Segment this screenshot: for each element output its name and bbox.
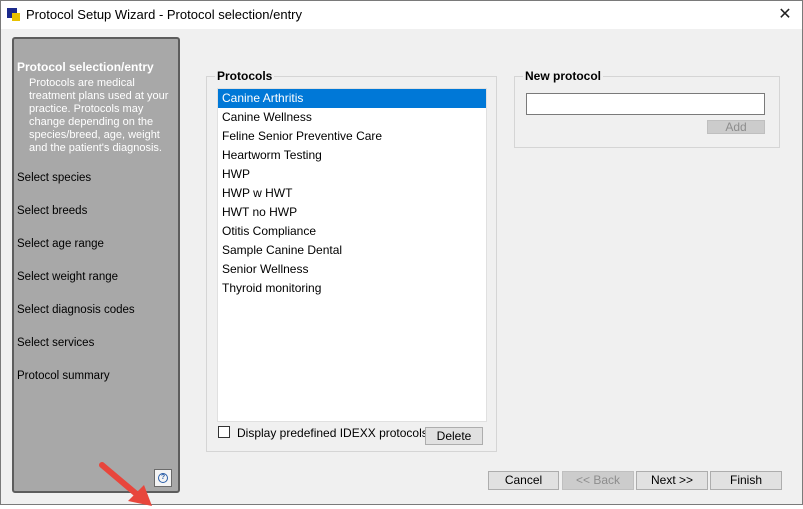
new-protocol-group-title: New protocol xyxy=(523,69,604,83)
list-item-feline-senior-preventive-care[interactable]: Feline Senior Preventive Care xyxy=(218,127,486,146)
current-step-heading: Protocol selection/entry xyxy=(17,60,154,74)
list-item-senior-wellness[interactable]: Senior Wellness xyxy=(218,260,486,279)
help-button[interactable]: ? xyxy=(154,469,172,487)
list-item-hwp-w-hwt[interactable]: HWP w HWT xyxy=(218,184,486,203)
list-item-canine-arthritis[interactable]: Canine Arthritis xyxy=(218,89,486,108)
step-select-species: Select species xyxy=(17,172,92,184)
current-step-description: Protocols are medical treatment plans us… xyxy=(29,77,169,154)
new-protocol-input[interactable] xyxy=(526,93,765,115)
list-item-hwp[interactable]: HWP xyxy=(218,165,486,184)
display-predefined-label[interactable]: Display predefined IDEXX protocols xyxy=(237,426,428,440)
wizard-sidebar: Protocol selection/entry Protocols are m… xyxy=(12,37,180,506)
step-protocol-summary: Protocol summary xyxy=(17,370,110,382)
protocols-group-title: Protocols xyxy=(215,69,275,83)
step-select-weight-range: Select weight range xyxy=(17,271,119,283)
step-select-diagnosis-codes: Select diagnosis codes xyxy=(17,304,135,316)
back-button[interactable]: << Back xyxy=(562,471,634,490)
list-item-hwt-no-hwp[interactable]: HWT no HWP xyxy=(218,203,486,222)
list-item-canine-wellness[interactable]: Canine Wellness xyxy=(218,108,486,127)
window-title: Protocol Setup Wizard - Protocol selecti… xyxy=(26,7,303,22)
step-select-breeds: Select breeds xyxy=(17,205,88,217)
close-icon[interactable]: ✕ xyxy=(774,5,796,25)
title-bar: Protocol Setup Wizard - Protocol selecti… xyxy=(1,1,802,29)
delete-button[interactable]: Delete xyxy=(425,427,483,445)
display-predefined-checkbox[interactable] xyxy=(218,426,230,438)
list-item-thyroid-monitoring[interactable]: Thyroid monitoring xyxy=(218,279,486,298)
add-button[interactable]: Add xyxy=(707,120,765,134)
cancel-button[interactable]: Cancel xyxy=(488,471,559,490)
next-button[interactable]: Next >> xyxy=(636,471,708,490)
protocol-setup-wizard-window: Protocol Setup Wizard - Protocol selecti… xyxy=(0,0,803,506)
help-icon: ? xyxy=(158,473,168,483)
app-icon xyxy=(7,8,20,21)
list-item-otitis-compliance[interactable]: Otitis Compliance xyxy=(218,222,486,241)
list-item-sample-canine-dental[interactable]: Sample Canine Dental xyxy=(218,241,486,260)
list-item-heartworm-testing[interactable]: Heartworm Testing xyxy=(218,146,486,165)
protocols-list[interactable]: Canine Arthritis Canine Wellness Feline … xyxy=(217,88,487,422)
annotation-arrow-icon xyxy=(99,462,152,506)
step-select-services: Select services xyxy=(17,337,95,349)
finish-button[interactable]: Finish xyxy=(710,471,782,490)
step-select-age-range: Select age range xyxy=(17,238,104,250)
